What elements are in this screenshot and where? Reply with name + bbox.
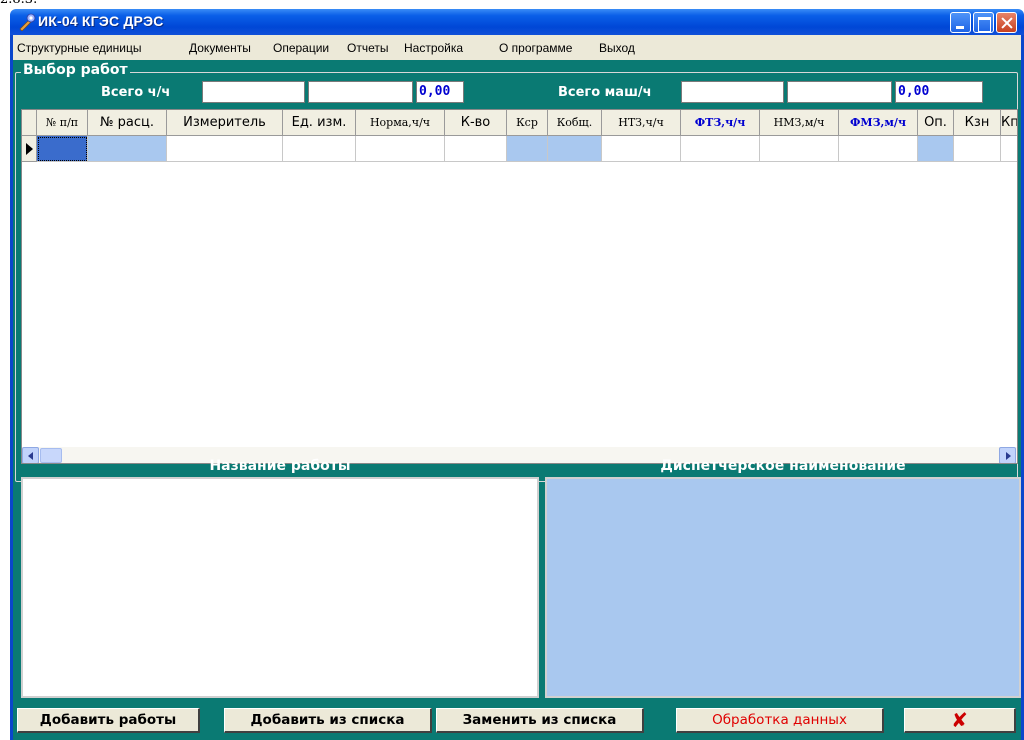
maximize-button[interactable] [973,12,994,33]
total-labor-value[interactable]: 0,00 [416,81,464,103]
work-name-title: Название работы [209,458,351,474]
menu-bar: Структурные единицы Документы Операции О… [13,35,1021,60]
dispatch-name-title: Диспетчерское наименование [660,458,906,474]
col-header-nmz[interactable]: НМЗ,м/ч [760,110,839,136]
menu-structural-units[interactable]: Структурные единицы [17,41,141,55]
work-name-textarea[interactable] [21,477,539,698]
window-frame: Структурные единицы Документы Операции О… [10,35,1024,740]
col-header-norm[interactable]: Норма,ч/ч [356,110,445,136]
menu-documents[interactable]: Документы [189,41,251,55]
table-cell[interactable] [954,136,1001,162]
table-cell[interactable] [167,136,283,162]
col-header-num[interactable]: № п/п [37,110,88,136]
cropped-top-text: 2.8.3. [0,0,1024,9]
process-data-button[interactable]: Обработка данных [676,708,884,733]
table-cell[interactable] [548,136,602,162]
replace-from-list-button[interactable]: Заменить из списка [436,708,644,733]
col-header-ftz[interactable]: ФТЗ,ч/ч [681,110,760,136]
col-header-ksr[interactable]: Кср [507,110,548,136]
table-cell[interactable] [760,136,839,162]
menu-exit[interactable]: Выход [599,41,635,55]
total-labor-field-2[interactable] [308,81,413,103]
col-header-kzn[interactable]: Кзн [954,110,1001,136]
table-cell[interactable] [839,136,918,162]
total-machine-field-1[interactable] [681,81,784,103]
title-bar[interactable]: ИК-04 КГЭС ДРЭС [10,9,1024,35]
add-works-button[interactable]: Добавить работы [17,708,200,733]
table-row[interactable] [22,136,1017,162]
total-machine-label: Всего маш/ч [558,85,652,100]
col-header-unit[interactable]: Ед. изм. [283,110,356,136]
col-header-kpr[interactable]: Кпр [1001,110,1017,136]
group-title: Выбор работ [21,62,130,78]
table-cell[interactable] [1001,136,1017,162]
col-header-fmz[interactable]: ФМЗ,м/ч [839,110,918,136]
total-machine-value[interactable]: 0,00 [895,81,983,103]
close-button[interactable] [996,12,1017,33]
table-cell[interactable] [602,136,681,162]
menu-about[interactable]: О программе [499,41,572,55]
col-header-kobsh[interactable]: Кобщ. [548,110,602,136]
menu-reports[interactable]: Отчеты [347,41,388,55]
table-cell[interactable] [37,136,88,162]
menu-settings[interactable]: Настройка [404,41,463,55]
table-cell[interactable] [445,136,507,162]
table-cell[interactable] [507,136,548,162]
grid-header: № п/п № расц. Измеритель Ед. изм. Норма,… [22,110,1017,136]
minimize-button[interactable] [950,12,971,33]
table-cell[interactable] [356,136,445,162]
col-header-op[interactable]: Оп. [918,110,954,136]
col-header-rate-num[interactable]: № расц. [88,110,167,136]
table-cell[interactable] [88,136,167,162]
col-header-meter[interactable]: Измеритель [167,110,283,136]
col-header-qty[interactable]: К-во [445,110,507,136]
table-cell[interactable] [918,136,954,162]
row-pointer-icon [22,136,37,162]
header-corner [22,110,37,136]
add-from-list-button[interactable]: Добавить из списка [224,708,432,733]
app-icon [19,13,36,31]
total-labor-field-1[interactable] [202,81,305,103]
table-cell[interactable] [681,136,760,162]
works-grid[interactable]: № п/п № расц. Измеритель Ед. изм. Норма,… [21,109,1018,464]
cancel-x-icon[interactable]: ✘ [904,708,1016,733]
total-labor-label: Всего ч/ч [101,85,171,100]
table-cell[interactable] [283,136,356,162]
total-machine-field-2[interactable] [787,81,892,103]
dispatch-name-textarea[interactable] [545,477,1021,698]
window-title: ИК-04 КГЭС ДРЭС [38,13,164,29]
col-header-ntz[interactable]: НТЗ,ч/ч [602,110,681,136]
menu-operations[interactable]: Операции [273,41,329,55]
